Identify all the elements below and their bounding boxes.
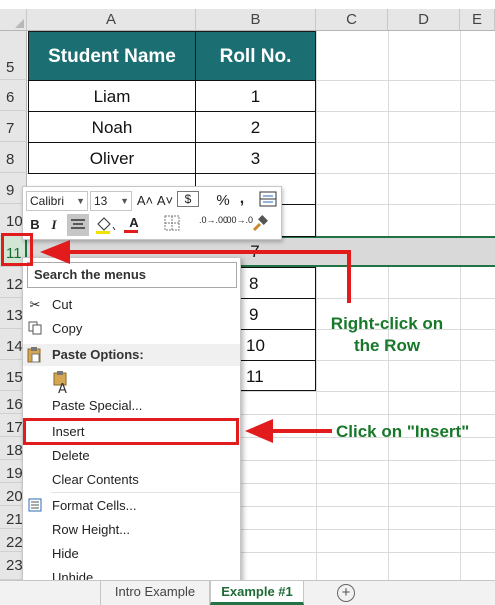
svg-text:A: A	[58, 382, 67, 394]
font-size-select[interactable]: 13 ▼	[90, 191, 132, 211]
font-size-value: 13	[94, 194, 108, 208]
table-cell[interactable]: 3	[195, 142, 316, 174]
sheet-tab-intro-example[interactable]: Intro Example	[100, 581, 210, 605]
table-cell[interactable]: 11	[240, 360, 316, 391]
paint-bucket-icon	[96, 217, 116, 234]
increase-font-size-button[interactable]: A˄	[136, 191, 154, 211]
menu-item-label: Delete	[52, 448, 90, 463]
font-color-bar	[124, 230, 138, 233]
menu-item-copy[interactable]: Copy	[23, 317, 240, 341]
sheet-tab-example-1[interactable]: Example #1	[210, 581, 304, 605]
table-cell[interactable]: 1	[195, 80, 316, 112]
menu-item-label: Paste Special...	[52, 398, 143, 413]
paste-options-header: Paste Options:	[23, 344, 240, 366]
copy-icon	[27, 321, 43, 337]
row-header-5[interactable]: 5	[0, 31, 27, 80]
table-header-student-name: Student Name	[28, 31, 196, 81]
borders-button[interactable]	[161, 215, 183, 235]
table-cell[interactable]: Liam	[28, 80, 196, 112]
chevron-down-icon: ▼	[76, 196, 85, 206]
clipboard-icon	[27, 347, 41, 370]
select-all-corner[interactable]	[0, 9, 27, 31]
column-header-e[interactable]: E	[460, 9, 495, 31]
format-painter-icon	[252, 215, 268, 232]
menu-item-clear-contents[interactable]: Clear Contents	[23, 468, 240, 492]
decrease-font-size-button[interactable]: A˅	[156, 191, 174, 211]
chevron-down-icon: ▼	[120, 196, 129, 206]
font-name-select[interactable]: Calibri ▼	[26, 191, 88, 211]
fill-color-button[interactable]	[93, 215, 119, 235]
align-center-button[interactable]	[67, 214, 89, 236]
add-sheet-button[interactable]: +	[337, 584, 355, 602]
table-header-roll-no: Roll No.	[195, 31, 316, 81]
menu-item-label: Format Cells...	[52, 498, 137, 513]
format-cells-icon	[27, 498, 43, 514]
column-header-d[interactable]: D	[388, 9, 460, 31]
format-painter-button[interactable]	[249, 215, 271, 235]
increase-decimal-button[interactable]: .0→.00	[199, 215, 228, 235]
column-header-a[interactable]: A	[27, 9, 196, 31]
italic-button[interactable]: I	[46, 215, 62, 235]
merge-center-button[interactable]	[258, 191, 278, 211]
table-cell[interactable]: 9	[240, 298, 316, 330]
annotation-click-insert: Click on "Insert"	[336, 422, 470, 441]
currency-format-button[interactable]: $	[177, 191, 199, 207]
borders-icon	[164, 215, 180, 231]
row-header-6[interactable]: 6	[0, 80, 27, 111]
paste-options-label: Paste Options:	[52, 347, 144, 362]
row-header-8[interactable]: 8	[0, 142, 27, 173]
font-color-button[interactable]: A	[121, 215, 147, 235]
column-header-b[interactable]: B	[196, 9, 316, 31]
column-header-c[interactable]: C	[316, 9, 388, 31]
table-cell[interactable]: 2	[195, 111, 316, 143]
menu-item-label: Cut	[52, 297, 73, 312]
menu-item-format-cells[interactable]: Format Cells...	[23, 494, 240, 518]
align-center-icon	[71, 219, 85, 229]
gridline	[460, 31, 461, 580]
menu-item-label: Clear Contents	[52, 472, 139, 487]
font-color-icon: A	[129, 215, 139, 230]
menu-item-label: Row Height...	[52, 522, 131, 537]
gridline	[388, 31, 389, 580]
search-menus-input[interactable]: Search the menus	[27, 262, 237, 288]
table-cell[interactable]: 8	[240, 267, 316, 299]
comma-style-button[interactable]: ,	[234, 189, 250, 209]
annotation-right-click: Right-click on the Row	[330, 314, 444, 355]
table-cell[interactable]: 10	[240, 329, 316, 361]
table-cell[interactable]: Noah	[28, 111, 196, 143]
insert-highlight-box	[23, 418, 239, 445]
menu-item-label: Hide	[52, 546, 79, 561]
row-header-7[interactable]: 7	[0, 111, 27, 142]
percent-style-button[interactable]: %	[214, 191, 232, 211]
font-name-value: Calibri	[30, 194, 65, 208]
menu-item-hide[interactable]: Hide	[23, 542, 240, 566]
menu-item-paste-special[interactable]: Paste Special...	[23, 394, 240, 418]
gridline	[316, 31, 317, 580]
row-highlight-box	[1, 233, 33, 266]
decrease-decimal-button[interactable]: .00→.0	[224, 215, 253, 235]
menu-item-cut[interactable]: ✂ Cut	[23, 293, 240, 317]
table-cell[interactable]: 7	[240, 240, 270, 264]
scissors-icon: ✂	[29, 297, 41, 312]
table-cell[interactable]: Oliver	[28, 142, 196, 174]
sheet-tabs-bar: Intro Example Example #1 +	[0, 580, 495, 605]
menu-item-delete[interactable]: Delete	[23, 444, 240, 468]
menu-item-label: Copy	[52, 321, 83, 336]
bold-button[interactable]: B	[26, 215, 44, 235]
paste-option-keep-formatting[interactable]: A	[23, 368, 240, 397]
menu-item-row-height[interactable]: Row Height...	[23, 518, 240, 542]
merge-icon	[259, 191, 277, 207]
mini-toolbar: Calibri ▼ 13 ▼ A˄ A˅ $ % , B I A .0→.00 .0…	[22, 186, 282, 240]
menu-separator	[51, 492, 240, 493]
